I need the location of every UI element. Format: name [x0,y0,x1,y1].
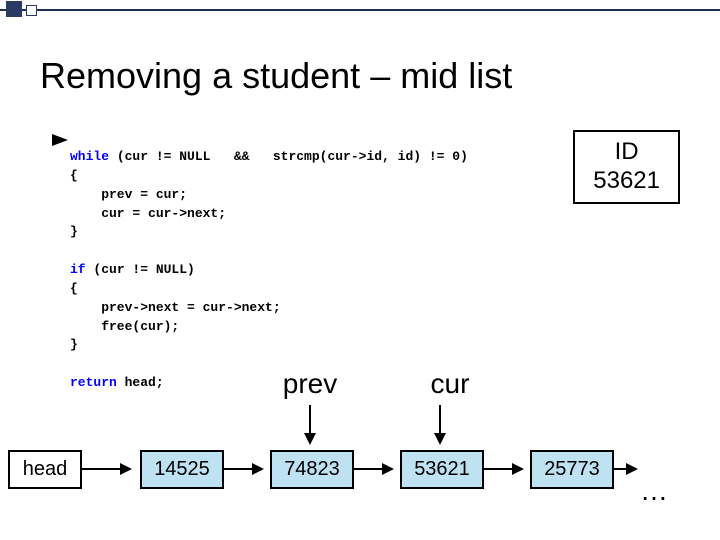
code-block: while (cur != NULL && strcmp(cur->id, id… [70,148,468,393]
top-decoration [0,0,720,18]
list-node: 53621 [400,450,484,489]
id-box-label: ID [593,138,660,167]
top-rule [0,9,720,11]
keyword-if: if [70,262,86,277]
arrow-cur-icon [439,405,441,443]
list-node: 14525 [140,450,224,489]
slide: Removing a student – mid list while (cur… [0,0,720,540]
deco-square-icon [26,5,37,16]
keyword-while: while [70,149,109,164]
keyword-return: return [70,375,117,390]
link-arrow-icon [80,468,130,470]
link-arrow-icon [352,468,392,470]
execution-pointer-icon [52,134,68,146]
link-arrow-icon [612,468,636,470]
id-box: ID 53621 [573,130,680,204]
label-prev: prev [255,368,365,400]
id-box-value: 53621 [593,167,660,196]
list-node: 25773 [530,450,614,489]
arrow-prev-icon [309,405,311,443]
slide-title: Removing a student – mid list [40,55,512,97]
label-cur: cur [395,368,505,400]
head-box: head [8,450,82,489]
list-node: 74823 [270,450,354,489]
deco-square-icon [6,1,22,17]
link-arrow-icon [482,468,522,470]
ellipsis: … [640,475,672,507]
link-arrow-icon [222,468,262,470]
